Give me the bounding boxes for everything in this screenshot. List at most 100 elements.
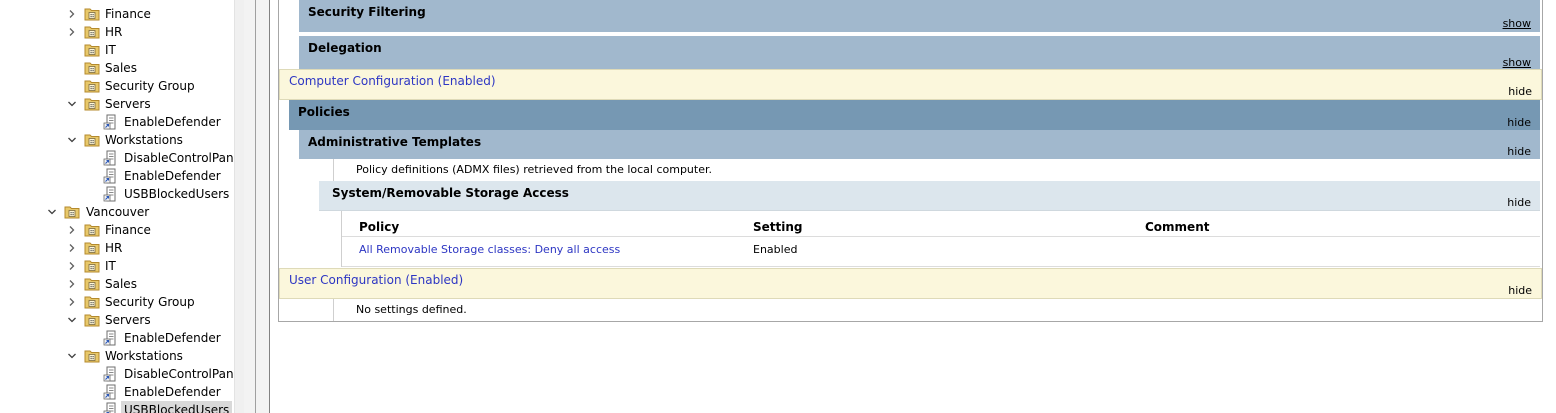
tree-item-label: EnableDefender (124, 385, 221, 399)
tree-item-label: Sales (105, 277, 137, 291)
splitter-line (255, 0, 256, 413)
tree-item[interactable]: Workstations (0, 131, 234, 149)
tree-item[interactable]: Security Group (0, 77, 234, 95)
gpo-link-icon (103, 402, 119, 413)
tree-item[interactable]: Sales (0, 59, 234, 77)
tree-item-label: Finance (105, 7, 151, 21)
tree-item-label: USBBlockedUsers (124, 187, 230, 201)
gpo-link-icon (103, 150, 119, 166)
no-settings-text: No settings defined. (356, 303, 467, 316)
pane-splitter[interactable] (244, 0, 270, 413)
tree-item[interactable]: EnableDefender (0, 329, 234, 347)
chevron-down-icon[interactable] (66, 347, 78, 365)
organizational-unit-icon (84, 222, 100, 238)
tree-item-label: Vancouver (86, 205, 150, 219)
hide-toggle-link[interactable]: hide (1508, 284, 1532, 297)
table-bottom-border (342, 266, 1540, 267)
gpo-link-icon (103, 186, 119, 202)
setting-column-header: Setting (753, 220, 803, 234)
tree-item[interactable]: HR (0, 23, 234, 41)
tree-item-label: EnableDefender (124, 115, 221, 129)
hide-toggle-link[interactable]: hide (1507, 196, 1531, 209)
hide-toggle-link[interactable]: hide (1507, 145, 1531, 158)
tree-item[interactable]: Finance (0, 5, 234, 23)
tree-item[interactable]: Sales (0, 275, 234, 293)
tree-item-label: IT (105, 259, 116, 273)
tree-item[interactable]: Finance (0, 221, 234, 239)
tree-item-label: HR (105, 241, 123, 255)
organizational-unit-icon (84, 78, 100, 94)
chevron-right-icon[interactable] (66, 221, 78, 239)
report-frame: Security Filtering show Delegation show … (278, 0, 1543, 322)
section-title: Security Filtering (308, 5, 426, 19)
policy-link[interactable]: All Removable Storage classes: Deny all … (359, 243, 620, 256)
organizational-unit-icon (84, 294, 100, 310)
chevron-down-icon[interactable] (66, 131, 78, 149)
chevron-right-icon[interactable] (66, 257, 78, 275)
tree-item[interactable]: USBBlockedUsers (0, 401, 234, 413)
report-scrollbar[interactable] (1550, 0, 1556, 413)
organizational-unit-icon (84, 60, 100, 76)
tree-item-label: DisableControlPanel (124, 151, 234, 165)
tree-item[interactable]: DisableControlPanel (0, 365, 234, 383)
section-title: Delegation (308, 41, 382, 55)
tree-item[interactable]: EnableDefender (0, 383, 234, 401)
organizational-unit-icon (84, 312, 100, 328)
chevron-right-icon[interactable] (66, 293, 78, 311)
section-title: System/Removable Storage Access (332, 186, 569, 200)
section-title: Computer Configuration (Enabled) (289, 74, 496, 88)
organizational-unit-icon (84, 240, 100, 256)
chevron-right-icon[interactable] (66, 5, 78, 23)
organizational-unit-icon (64, 204, 80, 220)
tree-item-label: Servers (105, 97, 151, 111)
policies-section: Policies hide (289, 100, 1540, 130)
gpo-link-icon (103, 114, 119, 130)
tree-item[interactable]: EnableDefender (0, 167, 234, 185)
show-toggle-link[interactable]: show (1503, 17, 1531, 30)
section-title: Policies (298, 105, 350, 119)
indent-guide (333, 159, 334, 181)
tree-item-label: Security Group (105, 295, 195, 309)
tree-item[interactable]: DisableControlPanel (0, 149, 234, 167)
tree-item[interactable]: EnableDefender (0, 113, 234, 131)
gpo-link-icon (103, 366, 119, 382)
tree-item-label: IT (105, 43, 116, 57)
hide-toggle-link[interactable]: hide (1507, 116, 1531, 129)
section-title: Administrative Templates (308, 135, 482, 149)
tree-item[interactable]: Vancouver (0, 203, 234, 221)
tree-item[interactable]: Workstations (0, 347, 234, 365)
tree-item[interactable]: HR (0, 239, 234, 257)
tree-item[interactable]: USBBlockedUsers (0, 185, 234, 203)
administrative-templates-section: Administrative Templates hide (299, 130, 1540, 159)
organizational-unit-icon (84, 258, 100, 274)
gpo-tree-pane[interactable]: Finance HR IT Sales Security Group Servers Ena… (0, 0, 234, 413)
hide-toggle-link[interactable]: hide (1508, 85, 1532, 98)
chevron-right-icon[interactable] (66, 23, 78, 41)
user-configuration-section: User Configuration (Enabled) hide (279, 268, 1542, 299)
tree-item-label: Workstations (105, 133, 183, 147)
chevron-down-icon[interactable] (66, 95, 78, 113)
chevron-right-icon[interactable] (66, 239, 78, 257)
chevron-down-icon[interactable] (66, 311, 78, 329)
policy-column-header: Policy (359, 220, 400, 234)
chevron-right-icon[interactable] (66, 275, 78, 293)
setting-value: Enabled (753, 243, 798, 256)
table-divider (342, 236, 1540, 237)
computer-configuration-section: Computer Configuration (Enabled) hide (279, 69, 1542, 100)
section-title: User Configuration (Enabled) (289, 273, 464, 287)
tree-item[interactable]: Servers (0, 95, 234, 113)
organizational-unit-icon (84, 348, 100, 364)
tree-item[interactable]: Servers (0, 311, 234, 329)
tree-item-label: Workstations (105, 349, 183, 363)
tree-item-label: Security Group (105, 79, 195, 93)
tree-item[interactable]: IT (0, 41, 234, 59)
show-toggle-link[interactable]: show (1503, 56, 1531, 69)
organizational-unit-icon (84, 276, 100, 292)
chevron-down-icon[interactable] (46, 203, 58, 221)
tree-item[interactable]: IT (0, 257, 234, 275)
organizational-unit-icon (84, 132, 100, 148)
tree-item[interactable]: Security Group (0, 293, 234, 311)
delegation-section: Delegation show (299, 36, 1540, 69)
security-filtering-section: Security Filtering show (299, 0, 1540, 35)
gpo-link-icon (103, 330, 119, 346)
